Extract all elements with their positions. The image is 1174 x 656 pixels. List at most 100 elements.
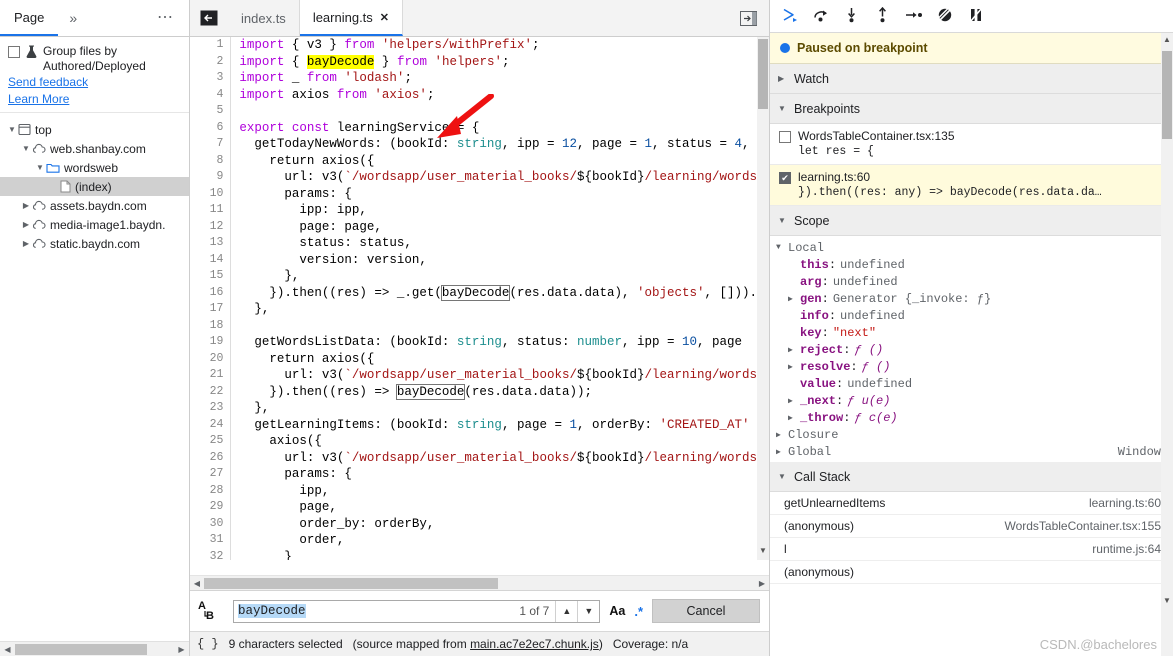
scroll-thumb[interactable] [15, 644, 147, 655]
line-content[interactable]: export const learningService = { [231, 120, 757, 137]
line-content[interactable]: return axios({ [231, 153, 757, 170]
line-number[interactable]: 1 [190, 37, 232, 54]
step-into-button[interactable] [839, 4, 865, 28]
scope-row[interactable]: ▼ Local [770, 239, 1173, 256]
line-content[interactable]: order_by: orderBy, [231, 516, 757, 533]
send-feedback-link[interactable]: Send feedback [8, 74, 181, 91]
chevron-right-icon[interactable]: ▶ [20, 220, 32, 229]
line-content[interactable]: url: v3(`/wordsapp/user_material_books/$… [231, 169, 757, 186]
line-content[interactable]: getTodayNewWords: (bookId: string, ipp =… [231, 136, 757, 153]
breakpoint-item[interactable]: WordsTableContainer.tsx:135 let res = { [770, 124, 1173, 165]
line-number[interactable]: 5 [190, 103, 232, 120]
tab-page[interactable]: Page [0, 0, 59, 36]
line-content[interactable]: order, [231, 532, 757, 549]
line-content[interactable]: axios({ [231, 433, 757, 450]
line-number[interactable]: 25 [190, 433, 232, 450]
scope-row[interactable]: ▶ _next: ƒ u(e) [770, 392, 1173, 409]
scroll-thumb[interactable] [758, 39, 768, 109]
line-content[interactable]: params: { [231, 466, 757, 483]
scope-row[interactable]: value: undefined [770, 375, 1173, 392]
line-content[interactable]: page, [231, 499, 757, 516]
call-stack-section-header[interactable]: ▼ Call Stack [770, 462, 1173, 492]
line-number[interactable]: 2 [190, 53, 232, 70]
line-content[interactable] [231, 318, 757, 335]
scroll-left-icon[interactable]: ◀ [190, 579, 204, 588]
line-content[interactable]: import axios from 'axios'; [231, 87, 757, 104]
line-number[interactable]: 9 [190, 169, 232, 186]
panel-collapse-icon[interactable] [190, 0, 228, 36]
line-number[interactable]: 8 [190, 152, 232, 169]
line-content[interactable]: }, [231, 268, 757, 285]
scroll-right-icon[interactable]: ▶ [755, 579, 769, 588]
chevron-right-icon[interactable]: ▶ [776, 430, 788, 440]
line-number[interactable]: 13 [190, 235, 232, 252]
tree-item-assets-baydn-com[interactable]: ▶ assets.baydn.com [0, 196, 189, 215]
tree-item-web-shanbay-com[interactable]: ▼ web.shanbay.com [0, 139, 189, 158]
line-number[interactable]: 19 [190, 334, 232, 351]
line-number[interactable]: 6 [190, 119, 232, 136]
line-number[interactable]: 24 [190, 416, 232, 433]
line-number[interactable]: 14 [190, 251, 232, 268]
call-stack-row[interactable]: (anonymous) [770, 561, 1173, 584]
scope-section-header[interactable]: ▼ Scope [770, 206, 1173, 236]
find-input[interactable]: bayDecode 1 of 7 ▲ ▼ [233, 599, 601, 623]
cancel-button[interactable]: Cancel [652, 599, 760, 623]
chevron-right-icon[interactable]: ▶ [788, 396, 800, 406]
tree-item-static-baydn-com[interactable]: ▶ static.baydn.com [0, 234, 189, 253]
breakpoint-location[interactable]: WordsTableContainer.tsx:135 [798, 129, 955, 143]
line-content[interactable]: version: version, [231, 252, 757, 269]
watch-section-header[interactable]: ▶ Watch [770, 64, 1173, 94]
pause-on-exceptions-button[interactable] [963, 4, 989, 28]
resume-button[interactable] [777, 4, 803, 28]
line-content[interactable]: url: v3(`/wordsapp/user_material_books/$… [231, 450, 757, 467]
step-button[interactable] [901, 4, 927, 28]
chevron-right-icon[interactable]: ▶ [20, 239, 32, 248]
scroll-down-icon[interactable]: ▼ [1161, 596, 1173, 610]
learn-more-link[interactable]: Learn More [8, 91, 181, 108]
line-number[interactable]: 7 [190, 136, 232, 153]
line-number[interactable]: 3 [190, 70, 232, 87]
line-number[interactable]: 26 [190, 449, 232, 466]
tree-item-top[interactable]: ▼ top [0, 120, 189, 139]
deactivate-breakpoints-button[interactable] [932, 4, 958, 28]
line-number[interactable]: 20 [190, 350, 232, 367]
scope-row[interactable]: this: undefined [770, 256, 1173, 273]
scroll-up-icon[interactable]: ▲ [1161, 35, 1173, 49]
chevron-right-icon[interactable]: ▶ [788, 294, 800, 304]
chevron-right-icon[interactable]: ▶ [788, 413, 800, 423]
line-content[interactable]: params: { [231, 186, 757, 203]
scope-row[interactable]: ▶ resolve: ƒ () [770, 358, 1173, 375]
line-content[interactable]: url: v3(`/wordsapp/user_material_books/$… [231, 367, 757, 384]
line-content[interactable]: getLearningItems: (bookId: string, page … [231, 417, 757, 434]
line-number[interactable]: 18 [190, 317, 232, 334]
chevron-down-icon[interactable]: ▼ [577, 600, 599, 622]
scope-row[interactable]: ▶ gen: Generator {_invoke: ƒ} [770, 290, 1173, 307]
scope-row[interactable]: ▶ Global Window [770, 443, 1173, 460]
scope-row[interactable]: ▶ Closure [770, 426, 1173, 443]
close-icon[interactable]: ✕ [380, 11, 389, 24]
line-number[interactable]: 22 [190, 383, 232, 400]
code-view[interactable]: 1 import { v3 } from 'helpers/withPrefix'… [190, 37, 769, 575]
line-content[interactable]: }).then((res) => bayDecode(res.data.data… [231, 383, 757, 401]
line-number[interactable]: 30 [190, 515, 232, 532]
source-map-file-link[interactable]: main.ac7e2ec7.chunk.js [470, 637, 599, 651]
line-number[interactable]: 29 [190, 499, 232, 516]
scroll-right-icon[interactable]: ▶ [174, 645, 189, 654]
editor-horizontal-scrollbar[interactable]: ◀ ▶ [190, 575, 769, 590]
chevron-down-icon[interactable]: ▼ [34, 163, 46, 172]
line-number[interactable]: 4 [190, 86, 232, 103]
tree-item--index-[interactable]: (index) [0, 177, 189, 196]
line-number[interactable]: 27 [190, 466, 232, 483]
scope-row[interactable]: arg: undefined [770, 273, 1173, 290]
line-content[interactable]: }, [231, 301, 757, 318]
breakpoints-section-header[interactable]: ▼ Breakpoints [770, 94, 1173, 124]
line-content[interactable]: import _ from 'lodash'; [231, 70, 757, 87]
call-stack-row[interactable]: getUnlearnedItems learning.ts:60 [770, 492, 1173, 515]
group-files-checkbox[interactable] [8, 46, 20, 58]
ellipsis-icon[interactable]: ⋯ [143, 0, 189, 36]
sidebar-horizontal-scrollbar[interactable]: ◀ ▶ [0, 641, 189, 656]
chevron-right-icon[interactable]: ▶ [788, 345, 800, 355]
tree-item-wordsweb[interactable]: ▼ wordsweb [0, 158, 189, 177]
line-content[interactable]: } [231, 549, 757, 561]
call-stack-row[interactable]: (anonymous) WordsTableContainer.tsx:155 [770, 515, 1173, 538]
